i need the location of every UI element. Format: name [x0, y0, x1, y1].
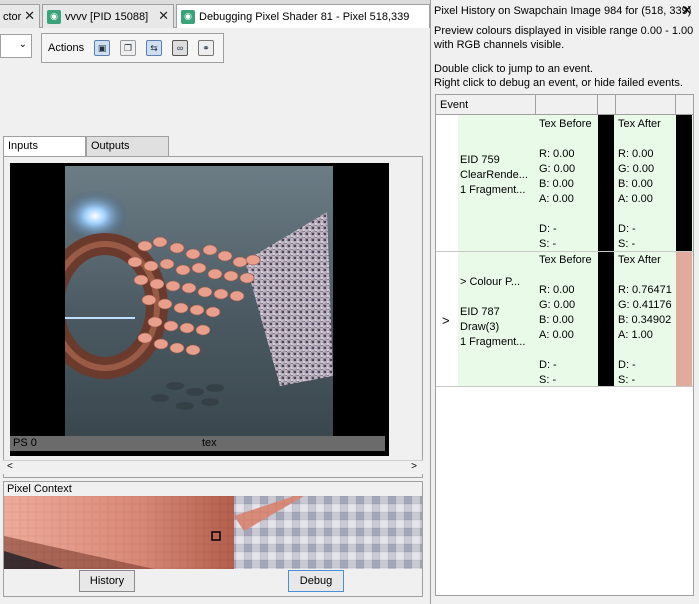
- tab-debugging-pixel-shader[interactable]: ◉ Debugging Pixel Shader 81 - Pixel 518,…: [176, 4, 430, 28]
- chevron-down-icon: ⌄: [18, 39, 27, 50]
- texture-name-label: tex: [202, 437, 217, 449]
- info-line: Double click to jump to an event.: [434, 63, 593, 75]
- after-s: S: -: [618, 238, 636, 250]
- before-r: R: 0.00: [539, 284, 575, 296]
- tab-inputs[interactable]: Inputs: [3, 136, 86, 157]
- copy-icon[interactable]: ❐: [120, 40, 137, 56]
- actions-label: Actions: [48, 42, 85, 54]
- column-header[interactable]: [598, 95, 616, 115]
- before-b: B: 0.00: [539, 178, 574, 190]
- save-icon[interactable]: ▣: [94, 40, 111, 56]
- after-color-swatch: [676, 115, 692, 251]
- info-line: with RGB channels visible.: [434, 39, 565, 51]
- tex-after-label: Tex After: [618, 118, 661, 130]
- pixel-context-title: Pixel Context: [7, 483, 72, 495]
- row-divider: [436, 386, 693, 387]
- event-id: EID 787: [460, 306, 500, 318]
- chevron-right-icon[interactable]: >: [411, 461, 417, 472]
- capture-icon: ◉: [47, 9, 61, 24]
- tab-label: Debugging Pixel Shader 81 - Pixel 518,33…: [199, 10, 410, 23]
- after-r: R: 0.76471: [618, 284, 672, 296]
- texture-status-bar: PS 0 tex: [10, 436, 385, 451]
- before-color-swatch: [598, 115, 614, 251]
- event-name: ClearRende...: [460, 169, 528, 181]
- column-header[interactable]: [676, 95, 693, 115]
- tab-outputs-label: Outputs: [91, 140, 130, 152]
- shader-stage-label: PS 0: [13, 437, 37, 449]
- after-r: R: 0.00: [618, 148, 654, 160]
- pixel-context-zoom[interactable]: [4, 496, 422, 569]
- chevron-left-icon[interactable]: <: [7, 461, 13, 472]
- after-g: G: 0.00: [618, 163, 655, 175]
- pixel-context-image: [4, 496, 422, 569]
- info-line: Preview colours displayed in visible ran…: [434, 25, 694, 37]
- debug-button[interactable]: Debug: [288, 570, 344, 592]
- event-prefix: > Colour P...: [460, 276, 521, 288]
- actions-toolbar: Actions ▣ ❐ ⇆ ∞ ⚭: [41, 33, 224, 63]
- after-a: A: 0.00: [618, 193, 653, 205]
- tab-label: ctor: [3, 10, 22, 23]
- event-fragments: 1 Fragment...: [460, 184, 526, 196]
- after-color-swatch: [676, 252, 692, 386]
- before-a: A: 0.00: [539, 193, 574, 205]
- tab-inspector[interactable]: ctor ✕: [0, 4, 40, 28]
- after-b: B: 0.00: [618, 178, 653, 190]
- shader-debug-icon: ◉: [181, 9, 195, 24]
- link-icon[interactable]: ⚭: [198, 40, 215, 56]
- pixel-history-title: Pixel History on Swapchain Image 984 for…: [434, 5, 692, 17]
- tex-before-label: Tex Before: [539, 254, 592, 266]
- scene-image: [65, 190, 333, 410]
- after-b: B: 0.34902: [618, 314, 672, 326]
- tab-vvvv[interactable]: ◉ vvvv [PID 15088] ✕: [42, 4, 174, 28]
- horizontal-scrollbar[interactable]: < >: [3, 460, 423, 474]
- history-button[interactable]: History: [79, 570, 135, 592]
- close-icon[interactable]: ✕: [681, 2, 693, 19]
- pixel-history-table[interactable]: Event EID 759 ClearRende... 1 Fragment..…: [435, 94, 694, 596]
- column-header-event[interactable]: Event: [436, 95, 536, 115]
- tab-label: vvvv [PID 15088]: [65, 10, 149, 23]
- document-tab-bar: ctor ✕ ◉ vvvv [PID 15088] ✕ ◉ Debugging …: [0, 0, 430, 28]
- before-d: D: -: [539, 359, 557, 371]
- before-r: R: 0.00: [539, 148, 575, 160]
- after-d: D: -: [618, 223, 636, 235]
- before-g: G: 0.00: [539, 163, 576, 175]
- info-line: Right click to debug an event, or hide f…: [434, 77, 683, 89]
- before-g: G: 0.00: [539, 299, 576, 311]
- rendered-texture-preview[interactable]: [65, 166, 333, 436]
- close-icon[interactable]: ✕: [158, 8, 169, 24]
- before-color-swatch: [598, 252, 614, 386]
- before-b: B: 0.00: [539, 314, 574, 326]
- event-fragments: 1 Fragment...: [460, 336, 526, 348]
- column-header[interactable]: [616, 95, 676, 115]
- after-g: G: 0.41176: [618, 299, 672, 311]
- tex-before-label: Tex Before: [539, 118, 592, 130]
- before-d: D: -: [539, 223, 557, 235]
- open-file-icon[interactable]: ⇆: [146, 40, 163, 56]
- column-header[interactable]: [536, 95, 598, 115]
- tab-inputs-label: Inputs: [8, 140, 38, 152]
- chevron-right-icon[interactable]: >: [442, 313, 450, 328]
- tab-outputs[interactable]: Outputs: [86, 136, 169, 157]
- tex-after-label: Tex After: [618, 254, 661, 266]
- before-a: A: 0.00: [539, 329, 574, 341]
- row-divider: [436, 251, 693, 252]
- binoculars-icon[interactable]: ∞: [172, 40, 189, 56]
- toolbar-dropdown[interactable]: ⌄: [0, 34, 32, 58]
- event-name: Draw(3): [460, 321, 500, 333]
- close-icon[interactable]: ✕: [24, 8, 35, 24]
- before-s: S: -: [539, 238, 557, 250]
- after-a: A: 1.00: [618, 329, 653, 341]
- event-id: EID 759: [460, 154, 500, 166]
- after-d: D: -: [618, 359, 636, 371]
